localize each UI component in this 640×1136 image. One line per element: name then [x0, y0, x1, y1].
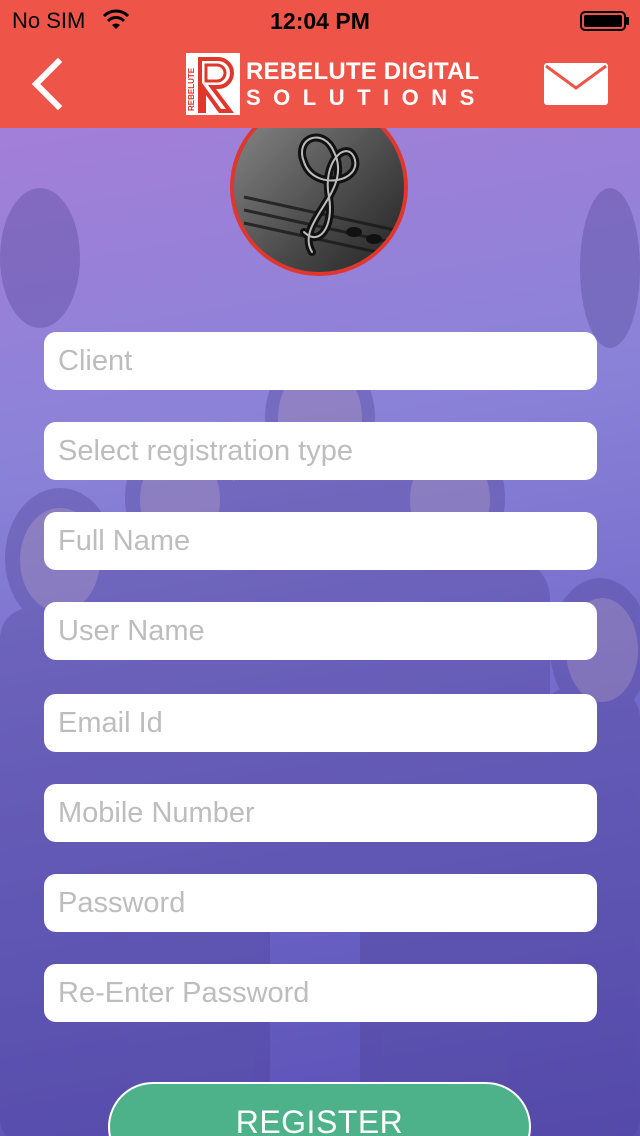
- company-logo: REBELUTE REBELUTE DIGITAL SOLUTIONS: [186, 52, 487, 116]
- email-input[interactable]: [58, 694, 583, 752]
- client-input[interactable]: [58, 332, 583, 390]
- registration-screen: No SIM 12:04 PM REBELUTE REBELUTE DIGITA…: [0, 0, 640, 1136]
- logo-mark: REBELUTE: [186, 53, 240, 115]
- status-time: 12:04 PM: [270, 8, 370, 34]
- client-field[interactable]: [44, 332, 597, 390]
- logo-line1: REBELUTE DIGITAL: [246, 58, 480, 85]
- header: No SIM 12:04 PM REBELUTE REBELUTE DIGITA…: [0, 0, 640, 128]
- mobile-number-input[interactable]: [58, 784, 583, 842]
- full-name-input[interactable]: [58, 512, 583, 570]
- chevron-left-icon: [31, 57, 63, 111]
- mail-button[interactable]: [543, 62, 609, 106]
- confirm-password-input[interactable]: [58, 964, 583, 1022]
- envelope-icon: [544, 63, 608, 105]
- logo-r-icon: REBELUTE: [186, 53, 240, 115]
- password-input[interactable]: [58, 874, 583, 932]
- confirm-password-field[interactable]: [44, 964, 597, 1022]
- battery-icon: [580, 11, 629, 31]
- user-name-field[interactable]: [44, 602, 597, 660]
- email-field[interactable]: [44, 694, 597, 752]
- mobile-number-field[interactable]: [44, 784, 597, 842]
- password-field[interactable]: [44, 874, 597, 932]
- registration-type-field[interactable]: [44, 422, 597, 480]
- user-name-input[interactable]: [58, 602, 583, 660]
- logo-wordmark: REBELUTE DIGITAL SOLUTIONS: [246, 58, 487, 110]
- back-button[interactable]: [24, 56, 72, 112]
- logo-mark-text: REBELUTE: [187, 67, 196, 111]
- logo-line2: SOLUTIONS: [246, 85, 487, 110]
- full-name-field[interactable]: [44, 512, 597, 570]
- registration-type-select[interactable]: [58, 422, 583, 480]
- register-button[interactable]: REGISTER: [108, 1082, 531, 1136]
